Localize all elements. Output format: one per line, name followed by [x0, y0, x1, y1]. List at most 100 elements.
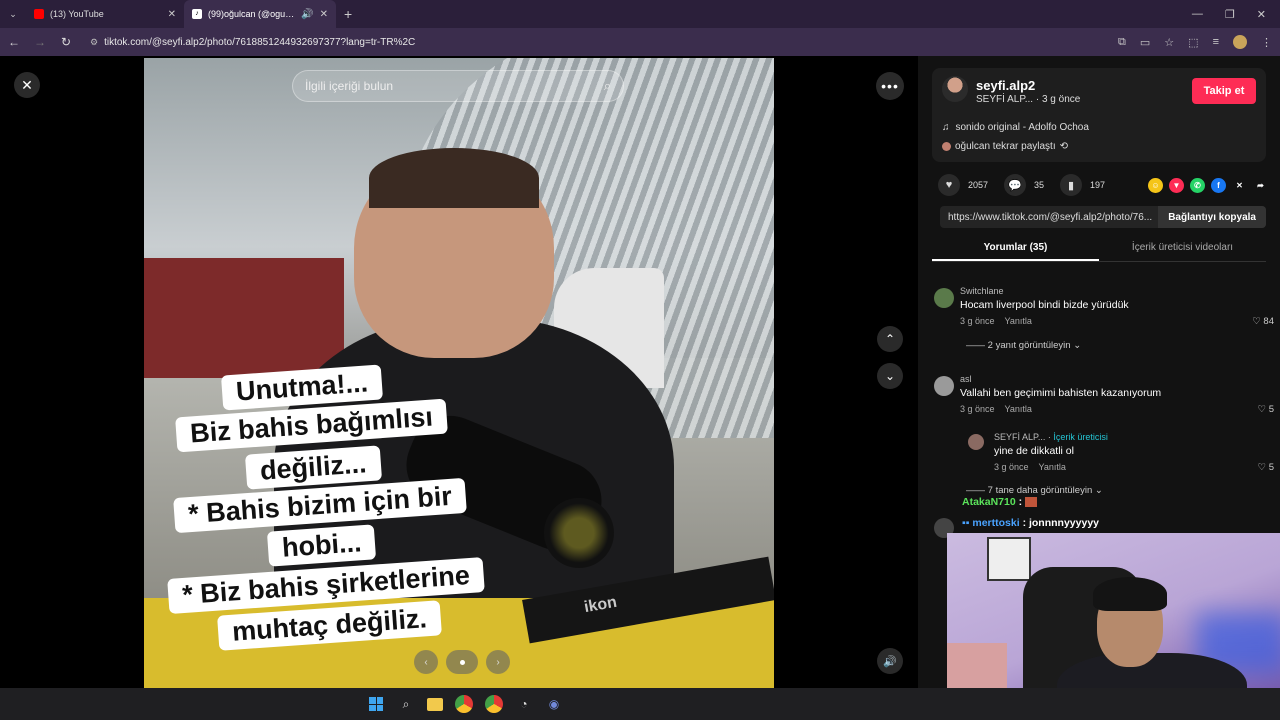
like-count: 2057	[968, 180, 989, 190]
bookmark-star-icon[interactable]: ☆	[1164, 36, 1174, 49]
comment-action[interactable]: 💬 35	[1004, 174, 1044, 196]
music-row[interactable]: ♫ sonido original - Adolfo Ochoa	[942, 122, 1089, 133]
photo-train-left	[144, 258, 344, 378]
restore-icon[interactable]: ❐	[1225, 8, 1235, 21]
browser-menu-icon[interactable]: ⋮	[1261, 36, 1272, 49]
more-options-button[interactable]: •••	[876, 72, 904, 100]
photo-person-hair	[369, 148, 539, 208]
reload-icon[interactable]: ↻	[60, 35, 72, 49]
copy-link-row: https://www.tiktok.com/@seyfi.alp2/photo…	[940, 206, 1266, 228]
next-photo-button[interactable]: ›	[486, 650, 510, 674]
cast-icon[interactable]: ▭	[1140, 36, 1150, 49]
chrome-active-icon[interactable]	[485, 695, 503, 713]
commenter-avatar[interactable]	[934, 288, 954, 308]
back-icon[interactable]: ←	[8, 35, 20, 49]
tab-search-button[interactable]: ⌄	[0, 0, 26, 28]
repost-row: oğulcan tekrar paylaştı ⟲	[942, 141, 1068, 152]
save-action[interactable]: ▮ 197	[1060, 174, 1105, 196]
comment-like[interactable]: ♡ 84	[1252, 316, 1274, 327]
url-bar[interactable]: ⚙ tiktok.com/@seyfi.alp2/photo/761885124…	[86, 31, 1104, 53]
windows-start-icon[interactable]	[367, 695, 385, 713]
comment-meta: 3 g önce Yanıtla	[960, 404, 1032, 414]
previous-photo-button[interactable]: ‹	[414, 650, 438, 674]
reply-like-count: 5	[1268, 462, 1274, 473]
view-more-replies-link[interactable]: —— 7 tane daha görüntüleyin ⌄	[966, 485, 1103, 496]
chat-text: :	[1018, 496, 1023, 508]
related-search-bar[interactable]: ⌕	[292, 70, 624, 102]
app-icon[interactable]: ◔	[515, 695, 533, 713]
close-viewer-button[interactable]: ✕	[14, 72, 40, 98]
comment-time: 3 g önce	[960, 404, 995, 414]
caption-line: hobi...	[266, 524, 377, 567]
tab-comments[interactable]: Yorumlar (35)	[932, 236, 1099, 261]
bookmark-icon: ▮	[1060, 174, 1083, 196]
forward-icon[interactable]: →	[34, 35, 46, 49]
minimize-icon[interactable]: —	[1192, 8, 1203, 21]
reply-button[interactable]: Yanıtla	[1005, 316, 1032, 326]
tab-creator-videos[interactable]: İçerik üreticisi videoları	[1099, 236, 1266, 261]
reply-button[interactable]: Yanıtla	[1039, 462, 1066, 472]
whatsapp-icon[interactable]: ✆	[1190, 177, 1205, 193]
close-window-icon[interactable]: ✕	[1257, 8, 1266, 21]
friends-share-icon[interactable]: ☺	[1148, 177, 1163, 193]
reply-button[interactable]: Yanıtla	[1005, 404, 1032, 414]
close-tab-icon[interactable]: ✕	[168, 9, 176, 20]
site-info-icon[interactable]: ⚙	[90, 37, 98, 48]
stream-chat-message: AtakaN710 :	[962, 496, 1038, 508]
author-username[interactable]: seyfi.alp2	[976, 78, 1035, 93]
extensions-icon[interactable]: ⬚	[1188, 36, 1198, 49]
tab-youtube[interactable]: (13) YouTube ✕	[26, 0, 184, 28]
tab-tiktok[interactable]: ♪ (99)oğulcan (@ogulfiratt) | 🔊 ✕	[184, 0, 336, 28]
facebook-icon[interactable]: f	[1211, 177, 1226, 193]
chat-username: merttoski	[972, 517, 1020, 529]
like-action[interactable]: ♥ 2057	[938, 174, 988, 196]
chat-badge-icon: ▪▪	[962, 517, 970, 529]
author-avatar[interactable]	[942, 76, 968, 102]
comment-username[interactable]: asl	[960, 374, 972, 384]
chat-username: AtakaN710	[962, 496, 1016, 508]
post-photo: ikon Unutma!... Biz bahis bağımlısı deği…	[144, 58, 774, 688]
stream-chat-message: ▪▪ merttoski : jonnnnyyyyyy	[962, 517, 1099, 529]
comment-username[interactable]: Switchlane	[960, 286, 1004, 296]
side-tabs: Yorumlar (35) İçerik üreticisi videoları	[932, 236, 1266, 262]
comment-time: 3 g önce	[960, 316, 995, 326]
chrome-icon[interactable]	[455, 695, 473, 713]
next-post-button[interactable]: ⌄	[877, 363, 903, 389]
view-replies-link[interactable]: —— 2 yanıt görüntüleyin ⌄	[966, 340, 1081, 351]
comment-like-count: 84	[1263, 316, 1274, 327]
search-icon[interactable]: ⌕	[397, 695, 415, 713]
comment-like[interactable]: ♡ 5	[1258, 404, 1274, 415]
discord-icon[interactable]: ◉	[545, 695, 563, 713]
address-toolbar: ← → ↻ ⚙ tiktok.com/@seyfi.alp2/photo/761…	[0, 28, 1280, 56]
commenter-avatar[interactable]	[934, 376, 954, 396]
tab-title: (13) YouTube	[50, 9, 104, 19]
related-search-input[interactable]	[305, 79, 604, 93]
chat-text: : jonnnnyyyyyy	[1022, 517, 1100, 529]
comment-text: Vallahi ben geçimimi bahisten kazanıyoru…	[960, 387, 1162, 399]
close-tab-icon[interactable]: ✕	[320, 9, 328, 20]
profile-avatar[interactable]	[1233, 35, 1247, 49]
active-dot	[459, 659, 465, 665]
previous-post-button[interactable]: ⌃	[877, 326, 903, 352]
chevron-up-icon: ⌃	[884, 332, 896, 346]
new-tab-button[interactable]: +	[336, 6, 360, 22]
copy-link-button[interactable]: Bağlantıyı kopyala	[1158, 206, 1266, 228]
comment-like-count: 5	[1268, 404, 1274, 415]
volume-button[interactable]: 🔊	[877, 648, 903, 674]
x-icon[interactable]: ✕	[1232, 178, 1247, 193]
comment-text: Hocam liverpool bindi bizde yürüdük	[960, 299, 1129, 311]
media-control-icon[interactable]: ≡	[1213, 36, 1219, 48]
translate-icon[interactable]: ⧉	[1118, 36, 1126, 49]
reply-username[interactable]: SEYFİ ALP... · İçerik üreticisi	[994, 432, 1108, 442]
share-arrow-icon[interactable]: ➦	[1253, 178, 1268, 193]
creator-reply: SEYFİ ALP... · İçerik üreticisi yine de …	[968, 432, 1274, 482]
file-explorer-icon[interactable]	[427, 697, 443, 711]
post-link: https://www.tiktok.com/@seyfi.alp2/photo…	[948, 211, 1153, 223]
creator-avatar[interactable]	[968, 434, 984, 450]
reply-meta: 3 g önce Yanıtla	[994, 462, 1066, 472]
search-icon[interactable]: ⌕	[604, 78, 611, 94]
speaker-icon[interactable]: 🔊	[301, 9, 313, 20]
reply-like[interactable]: ♡ 5	[1258, 462, 1274, 473]
follow-button[interactable]: Takip et	[1192, 78, 1256, 104]
send-share-icon[interactable]: ▼	[1169, 177, 1184, 193]
